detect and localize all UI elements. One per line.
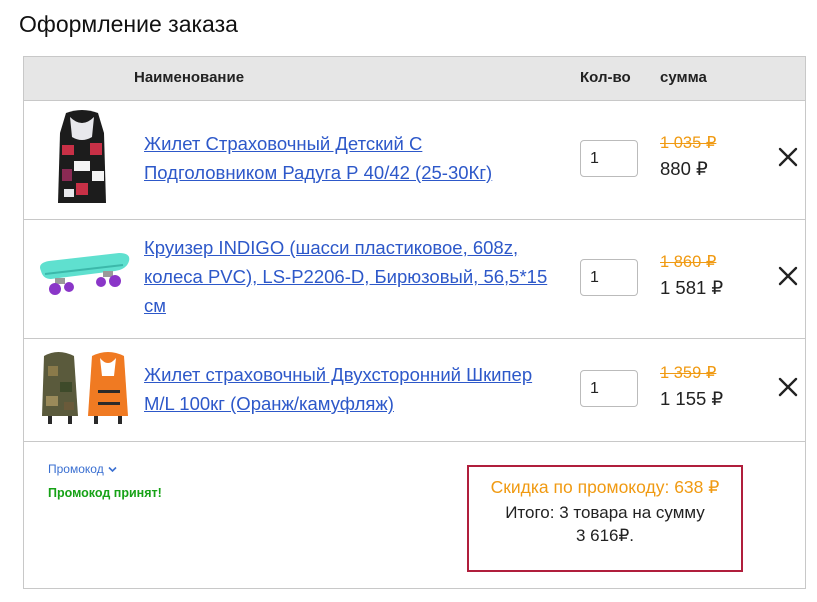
product-name-line: колеса PVC), LS-P2206-D, Бирюзовый, 56,5… (144, 266, 548, 287)
promo-toggle[interactable]: Промокод (48, 462, 117, 476)
cart-table: Наименование Кол-во сумма Жилет Страхово… (23, 56, 806, 589)
product-link[interactable]: Жилет Страховочный Детский С Подголовник… (144, 129, 492, 187)
table-row: Жилет страховочный Двухсторонний Шкипер … (24, 338, 805, 442)
header-qty: Кол-во (580, 69, 631, 86)
table-row: Круизер INDIGO (шасси пластиковое, 608z,… (24, 219, 805, 339)
header-sum: сумма (660, 69, 707, 86)
price: 1 155 ₽ (660, 388, 724, 409)
chevron-down-icon (108, 467, 117, 473)
header-name: Наименование (134, 69, 245, 86)
table-header: Наименование Кол-во сумма (24, 57, 805, 101)
discount-text: Скидка по промокоду: 638 ₽ (490, 477, 720, 497)
quantity-input[interactable] (580, 259, 638, 296)
product-link[interactable]: Жилет страховочный Двухсторонний Шкипер … (144, 360, 532, 418)
product-name-line: Жилет страховочный Двухсторонний Шкипер (144, 364, 533, 385)
product-name-line: Круизер INDIGO (шасси пластиковое, 608z, (144, 237, 519, 258)
close-icon[interactable] (776, 264, 800, 288)
close-icon[interactable] (776, 375, 800, 399)
total-amount: 3 616₽. (575, 526, 635, 545)
old-price: 1 860 ₽ (660, 253, 717, 271)
quantity-input[interactable] (580, 370, 638, 407)
old-price: 1 359 ₽ (660, 364, 717, 382)
product-image-double-vest[interactable] (38, 346, 134, 426)
table-row: Жилет Страховочный Детский С Подголовник… (24, 100, 805, 220)
product-name-line: Жилет Страховочный Детский С (144, 133, 423, 154)
product-link[interactable]: Круизер INDIGO (шасси пластиковое, 608z,… (144, 233, 547, 320)
page-title: Оформление заказа (19, 11, 238, 37)
order-summary: Скидка по промокоду: 638 ₽ Итого: 3 това… (467, 465, 743, 572)
quantity-input[interactable] (580, 140, 638, 177)
product-name-line: Подголовником Радуга Р 40/42 (25-30Кг) (144, 162, 493, 183)
price: 880 ₽ (660, 158, 708, 179)
old-price: 1 035 ₽ (660, 134, 717, 152)
close-icon[interactable] (776, 145, 800, 169)
product-image-skateboard[interactable] (35, 249, 133, 301)
promo-toggle-label: Промокод (48, 462, 104, 476)
product-image-child-vest[interactable] (52, 109, 112, 207)
price: 1 581 ₽ (660, 277, 724, 298)
promo-status: Промокод принят! (48, 486, 162, 500)
product-name-line: см (144, 295, 166, 316)
total-text: Итого: 3 товара на сумму (505, 503, 705, 522)
product-name-line: M/L 100кг (Оранж/камуфляж) (144, 393, 394, 414)
